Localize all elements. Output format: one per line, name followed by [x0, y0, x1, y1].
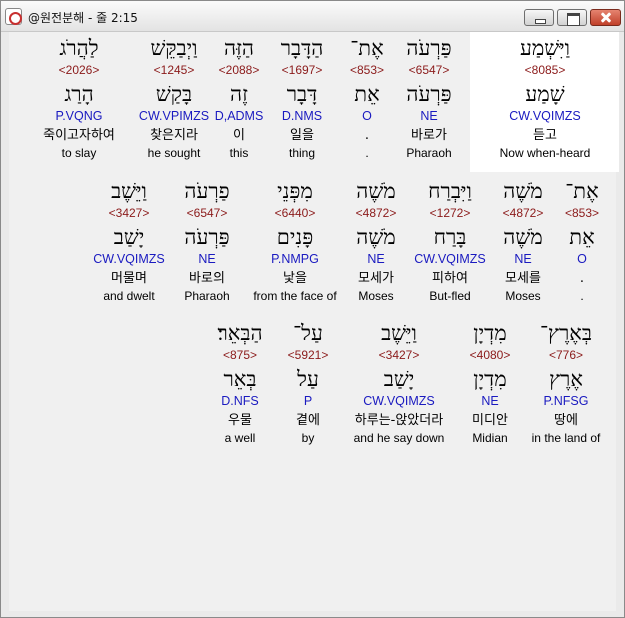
parsing-code: D.NFS	[221, 394, 259, 408]
strong-number: <2026>	[58, 63, 100, 77]
strong-number: <6440>	[274, 206, 316, 220]
korean-gloss: 낯을	[283, 271, 307, 286]
word-column[interactable]: וַיֵּשֶׁב <3427> יָשַׁב CW.VQIMZS 머물며 and dwe…	[79, 177, 179, 306]
strong-number: <4080>	[469, 348, 511, 362]
hebrew-root: פָּנִים	[276, 225, 314, 249]
parsing-code: P.VQNG	[55, 109, 103, 123]
parsing-code: CW.VPIMZS	[138, 109, 210, 123]
word-column[interactable]: הַבְּאֵר׃ <875> בְּאֵר D.NFS 우물 a well	[190, 319, 290, 448]
strong-number: <875>	[222, 348, 258, 362]
hebrew-root: בְּאֵר	[223, 367, 257, 391]
hebrew-root: יָשַׁב	[113, 225, 145, 249]
english-gloss: and he say down	[353, 431, 445, 445]
parsing-code: CW.VQIMZS	[509, 109, 581, 123]
close-button[interactable]	[590, 9, 621, 26]
hebrew-word: וַיִּשְׁמַע	[519, 36, 571, 60]
parsing-code: CW.VQIMZS	[93, 252, 165, 266]
english-gloss: from the face of	[253, 289, 337, 303]
word-column[interactable]: וַיְבַקֵּשׁ <1245> בָּקַשׁ CW.VPIMZS 찾은지라 he …	[124, 34, 224, 163]
english-gloss: to slay	[61, 146, 97, 160]
english-gloss: a well	[224, 431, 256, 445]
parsing-code: CW.VQIMZS	[363, 394, 435, 408]
word-column[interactable]: לַהֲרֹג <2026> הָרַג P.VQNG 죽이고자하여 to slay	[29, 34, 129, 163]
window-title: @원전분해 - 줄 2:15	[28, 11, 138, 25]
interlinear-panel: וַיִּשְׁמַע <8085> שָׁמַע CW.VQIMZS 듣고 Now wh…	[9, 32, 619, 611]
korean-gloss: 듣고	[533, 128, 557, 143]
strong-number: <8085>	[524, 63, 566, 77]
hebrew-root: מִדְיָן	[473, 367, 507, 391]
korean-gloss: 우물	[228, 413, 252, 428]
hebrew-root: שָׁמַע	[525, 82, 565, 106]
strong-number: <1245>	[153, 63, 195, 77]
hebrew-root: בָּקַשׁ	[155, 82, 193, 106]
parsing-code: P.NMPG	[271, 252, 319, 266]
korean-gloss: 찾은지라	[150, 128, 198, 143]
hebrew-word: וַיְבַקֵּשׁ	[150, 36, 198, 60]
korean-gloss: 미디안	[472, 413, 508, 428]
hebrew-word: מִפְּנֵי	[277, 179, 313, 203]
minimize-button[interactable]	[524, 9, 554, 26]
title-bar[interactable]: @원전분해 - 줄 2:15	[1, 1, 624, 32]
english-gloss: and dwelt	[103, 289, 155, 303]
word-column[interactable]: וַיֵּשֶׁב <3427> יָשַׁב CW.VQIMZS 하루는-앉았더라 an…	[349, 319, 449, 448]
hebrew-word: הַבְּאֵר׃	[217, 321, 263, 345]
maximize-button[interactable]	[557, 9, 587, 26]
english-gloss: Midian	[472, 431, 508, 445]
strong-number: <3427>	[378, 348, 420, 362]
word-column[interactable]: מִפְּנֵי <6440> פָּנִים P.NMPG 낯을 from the fa…	[245, 177, 345, 306]
hebrew-root: הָרַג	[64, 82, 94, 106]
hebrew-word: וַיֵּשֶׁב	[381, 321, 417, 345]
hebrew-word: לַהֲרֹג	[59, 36, 99, 60]
word-column[interactable]: מִדְיָן <4080> מִדְיָן NE 미디안 Midian	[440, 319, 540, 448]
korean-gloss: 죽이고자하여	[43, 128, 115, 143]
hebrew-word: מִדְיָן	[473, 321, 507, 345]
hebrew-root: יָשַׁב	[383, 367, 415, 391]
hebrew-word: וַיֵּשֶׁב	[111, 179, 147, 203]
strong-number: <3427>	[108, 206, 150, 220]
word-column[interactable]: וַיִּשְׁמַע <8085> שָׁמַע CW.VQIMZS 듣고 Now wh…	[495, 34, 595, 163]
parsing-code: NE	[481, 394, 499, 408]
english-gloss: Now when-heard	[499, 146, 591, 160]
app-window: @원전분해 - 줄 2:15 וַיִּשְׁמַע <8085> שָׁמַע CW…	[0, 0, 625, 618]
app-icon[interactable]	[5, 8, 22, 25]
english-gloss: he sought	[147, 146, 201, 160]
korean-gloss: 하루는-앉았더라	[354, 413, 444, 428]
korean-gloss: 머물며	[111, 271, 147, 286]
